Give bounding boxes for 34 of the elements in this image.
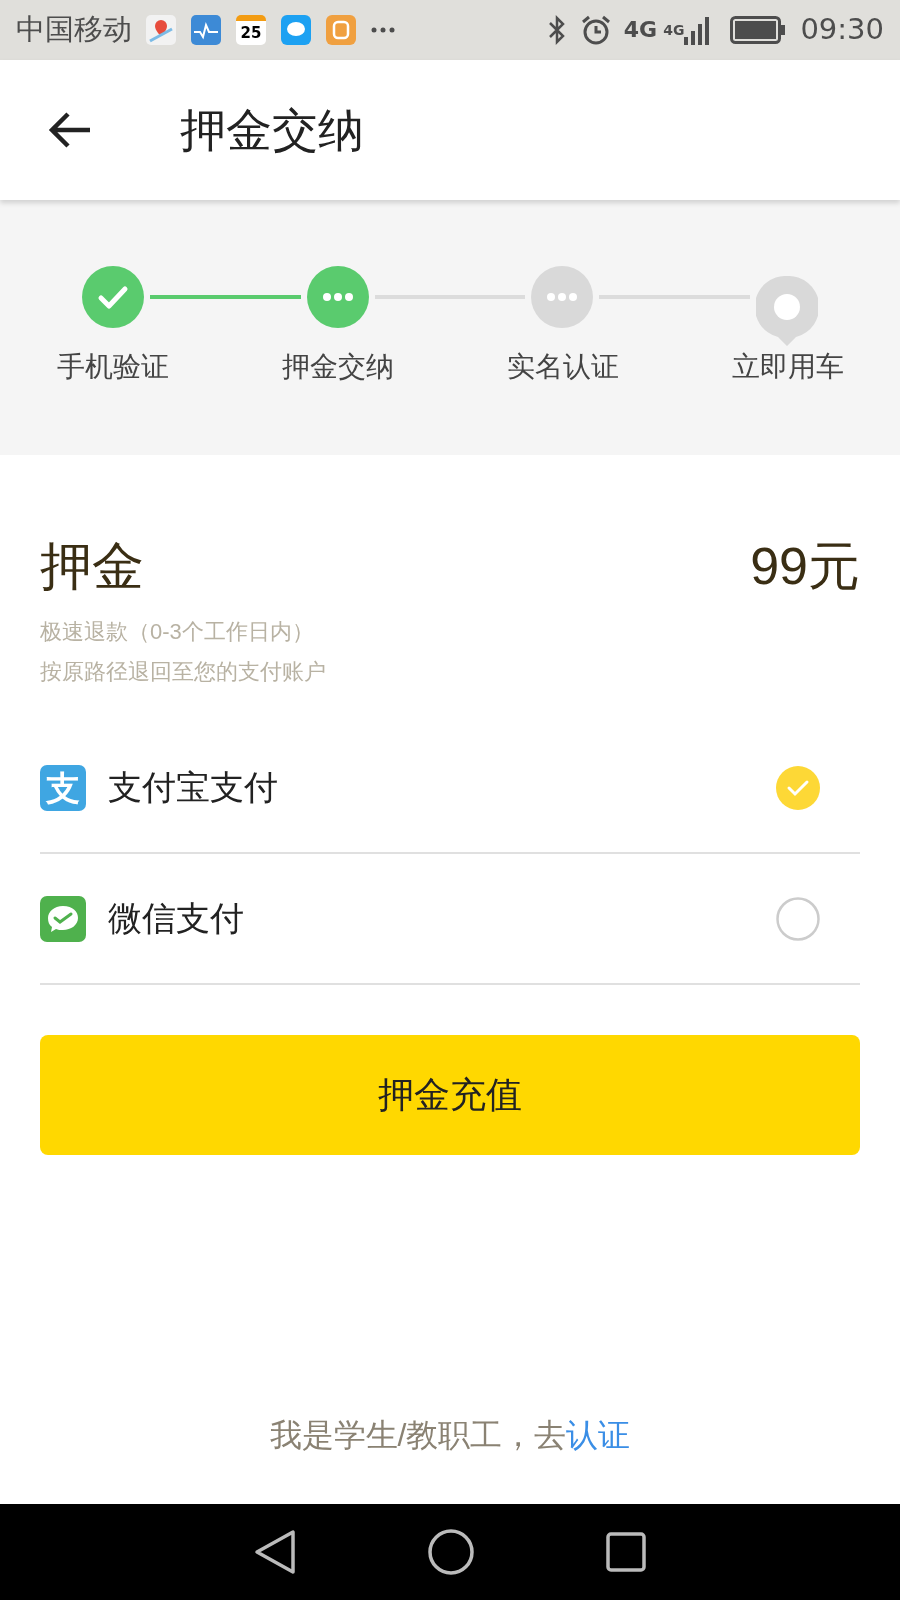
- battery-icon: [730, 16, 787, 44]
- deposit-label: 押金: [40, 536, 144, 597]
- network-type: 4G: [663, 23, 685, 37]
- calendar-app-icon: 25: [236, 15, 266, 45]
- alarm-icon: [579, 14, 612, 46]
- payment-option[interactable]: 支 支付宝支付: [40, 723, 860, 854]
- deposit-amount: 99元: [750, 536, 860, 597]
- clock-time: 09:30: [800, 11, 884, 49]
- carrier-name: 中国移动: [16, 11, 132, 49]
- step-label: 手机验证: [56, 350, 169, 384]
- step-label: 立即用车: [731, 350, 844, 384]
- check-radio-icon[interactable]: [776, 765, 820, 810]
- map-app-icon: [146, 15, 176, 45]
- payment-option[interactable]: 微信支付: [40, 854, 860, 985]
- refund-note: 极速退款（0-3个工作日内）: [40, 618, 315, 646]
- alipay-icon: 支: [40, 764, 86, 811]
- radio-icon[interactable]: [776, 896, 820, 941]
- home-circle-icon[interactable]: [427, 1528, 475, 1576]
- payment-label: 微信支付: [108, 898, 245, 939]
- back-triangle-icon[interactable]: [253, 1529, 297, 1575]
- refund-note: 按原路径退回至您的支付账户: [40, 658, 327, 686]
- network-type: 4G: [623, 19, 658, 41]
- signal-icon: [684, 15, 711, 45]
- more-icon: [371, 27, 395, 33]
- deposit-recharge-button[interactable]: 押金充值: [40, 1035, 860, 1155]
- health-app-icon: [191, 15, 221, 45]
- chat-bubble-icon: [40, 895, 86, 942]
- payment-label: 支付宝支付: [108, 767, 279, 808]
- page-title: 押金交纳: [180, 102, 364, 158]
- recents-square-icon[interactable]: [605, 1531, 647, 1573]
- step-label: 押金交纳: [281, 350, 394, 384]
- step-label: 实名认证: [506, 350, 619, 384]
- message-app-icon: [281, 15, 311, 45]
- student-verify-text: 我是学生/教职工，去认证: [269, 1416, 631, 1455]
